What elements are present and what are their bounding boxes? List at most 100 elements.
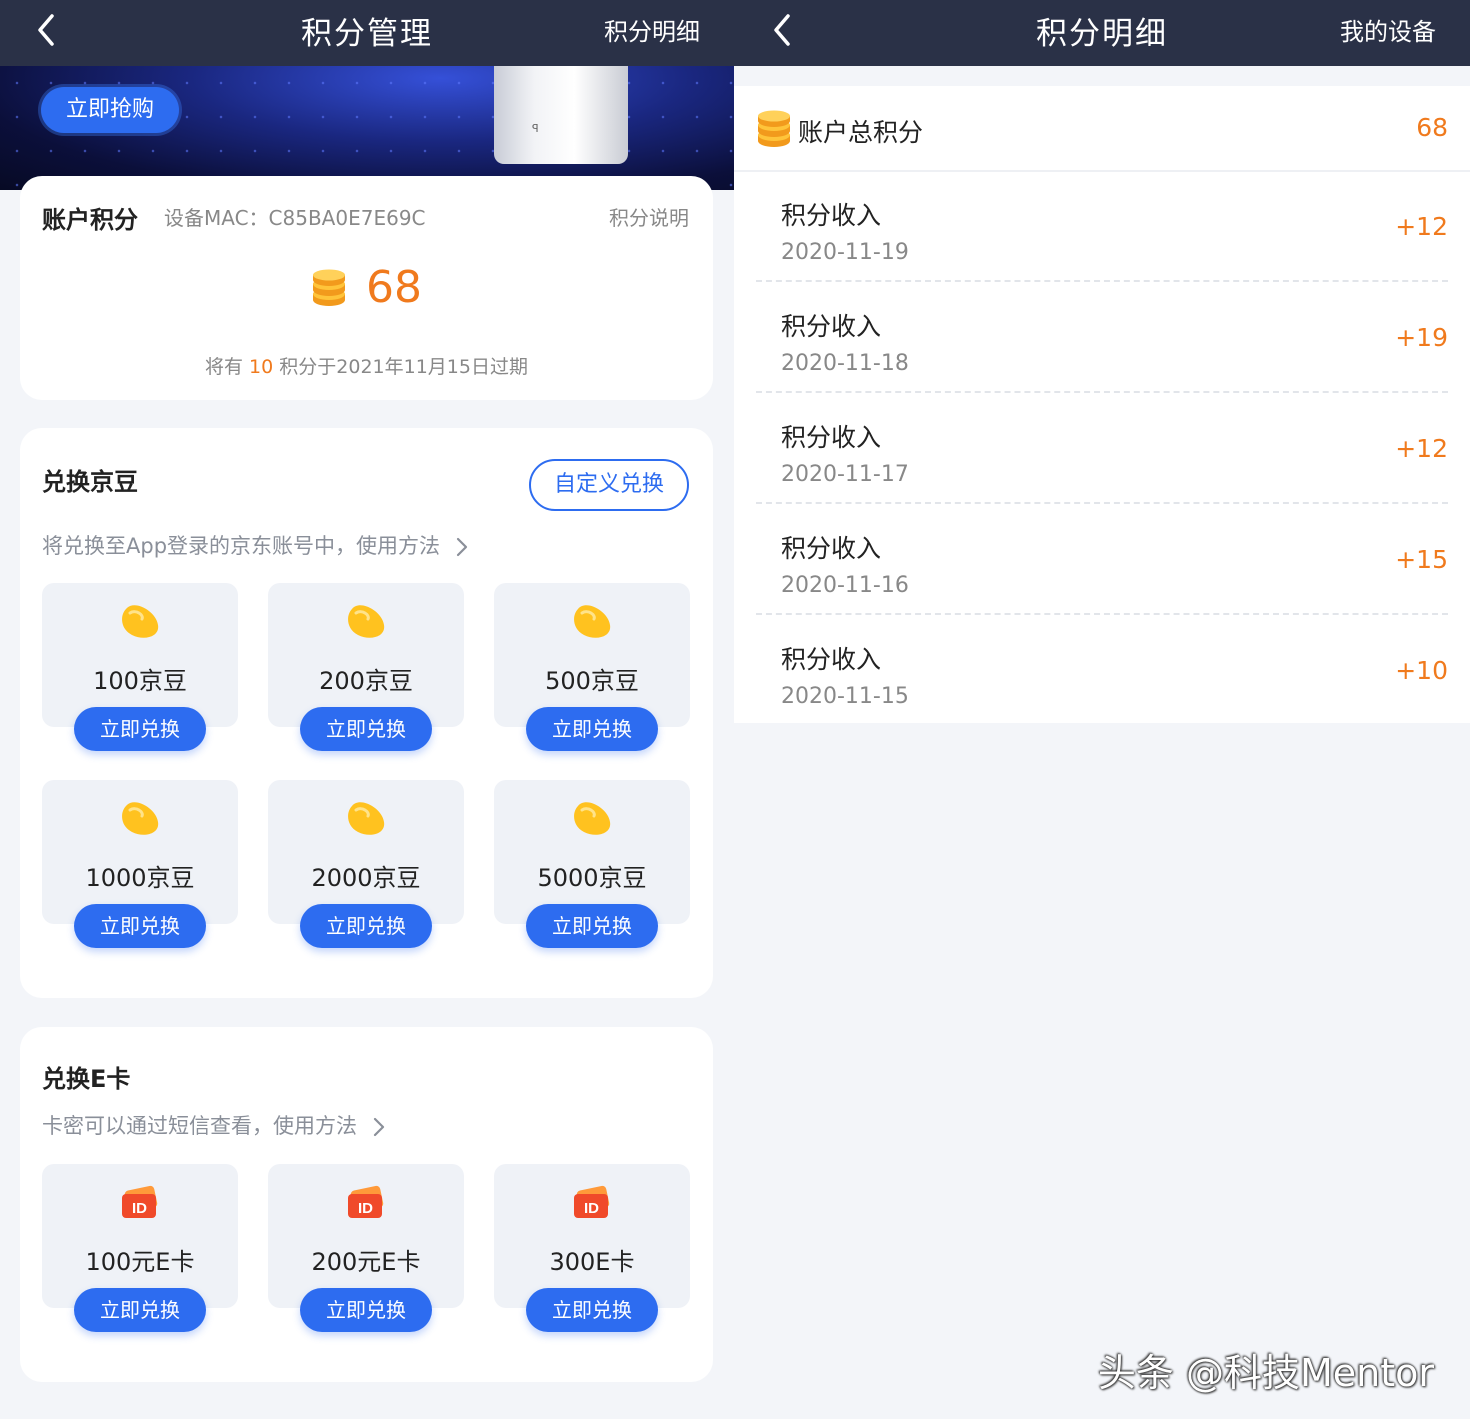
- bean-tile: 2000京豆 立即兑换: [268, 780, 464, 948]
- list-item: 积分收入 2020-11-18 +19: [756, 283, 1448, 393]
- top-bar: 积分管理 积分明细: [0, 0, 734, 66]
- bean-tile: 200京豆 立即兑换: [268, 583, 464, 751]
- record-date: 2020-11-15: [781, 684, 909, 709]
- bean-tile: 100京豆 立即兑换: [42, 583, 238, 751]
- section-title: 兑换E卡: [42, 1065, 131, 1093]
- points-value: 68: [366, 262, 423, 313]
- points-explain-link[interactable]: 积分说明: [609, 202, 689, 231]
- record-title: 积分收入: [781, 423, 882, 452]
- usage-link[interactable]: 卡密可以通过短信查看，使用方法: [42, 1110, 386, 1140]
- exchange-beans-card: 兑换京豆 自定义兑换 将兑换至App登录的京东账号中，使用方法 100京豆 立即…: [20, 428, 713, 998]
- record-value: +19: [1395, 323, 1448, 352]
- section-subtitle: 卡密可以通过短信查看，使用方法: [42, 1114, 357, 1138]
- ecard-tile: ID 300E卡 立即兑换: [494, 1164, 690, 1332]
- record-value: +12: [1395, 212, 1448, 241]
- ecard-icon: ID: [122, 1185, 158, 1218]
- list-item: 积分收入 2020-11-16 +15: [756, 505, 1448, 615]
- chevron-right-icon: [456, 537, 467, 557]
- ecard-name: 100元E卡: [85, 1248, 195, 1276]
- device-mac: 设备MAC：C85BA0E7E69C: [164, 206, 426, 230]
- record-value: +12: [1395, 434, 1448, 463]
- bean-icon: [574, 605, 611, 638]
- points-display: 68: [20, 262, 713, 313]
- svg-text:ID: ID: [358, 1200, 373, 1217]
- bean-name: 200京豆: [319, 667, 413, 695]
- record-title: 积分收入: [781, 645, 882, 674]
- exchange-button[interactable]: 立即兑换: [74, 904, 206, 948]
- bean-icon: [348, 802, 385, 835]
- exchange-ecard-card: 兑换E卡 卡密可以通过短信查看，使用方法 ID 100元E卡 立即兑换 ID 2…: [20, 1027, 713, 1382]
- bean-name: 5000京豆: [537, 864, 647, 892]
- bean-name: 1000京豆: [85, 864, 195, 892]
- account-points-label: 账户积分: [42, 206, 138, 234]
- coin-stack-icon: [758, 110, 790, 147]
- bean-name: 2000京豆: [311, 864, 421, 892]
- my-devices-link[interactable]: 我的设备: [1340, 12, 1436, 47]
- svg-text:ID: ID: [584, 1200, 599, 1217]
- ecard-icon: ID: [348, 1185, 384, 1218]
- exchange-button[interactable]: 立即兑换: [74, 707, 206, 751]
- top-bar: 积分明细 我的设备: [734, 0, 1470, 66]
- divider: [756, 613, 1448, 615]
- section-subtitle: 将兑换至App登录的京东账号中，使用方法: [42, 534, 441, 558]
- account-points-card: 账户积分 设备MAC：C85BA0E7E69C 积分说明 68 将有 10 积分…: [20, 176, 713, 400]
- exchange-button[interactable]: 立即兑换: [526, 707, 658, 751]
- bean-tile: 5000京豆 立即兑换: [494, 780, 690, 948]
- record-title: 积分收入: [781, 534, 882, 563]
- promo-banner[interactable]: ꟼ 立即抢购: [0, 66, 734, 190]
- record-value: +15: [1395, 545, 1448, 574]
- exchange-button[interactable]: 立即兑换: [300, 707, 432, 751]
- expire-amount: 10: [249, 356, 274, 378]
- divider: [756, 391, 1448, 393]
- ecard-tile: ID 100元E卡 立即兑换: [42, 1164, 238, 1332]
- expire-prefix: 将有: [204, 356, 243, 378]
- divider: [756, 280, 1448, 282]
- record-date: 2020-11-18: [781, 351, 909, 376]
- coin-stack-icon: [312, 269, 345, 306]
- ecard-icon: ID: [574, 1185, 610, 1218]
- watermark: 头条 @科技Mentor: [1097, 1351, 1434, 1395]
- bean-icon: [122, 802, 159, 835]
- bean-tile: 500京豆 立即兑换: [494, 583, 690, 751]
- usage-link[interactable]: 将兑换至App登录的京东账号中，使用方法: [42, 530, 469, 560]
- list-item: 积分收入 2020-11-19 +12: [756, 172, 1448, 282]
- custom-exchange-button[interactable]: 自定义兑换: [529, 459, 689, 511]
- record-date: 2020-11-19: [781, 240, 909, 265]
- expire-notice: 将有 10 积分于2021年11月15日过期: [20, 352, 713, 379]
- exchange-button[interactable]: 立即兑换: [74, 1288, 206, 1332]
- bean-icon: [348, 605, 385, 638]
- points-detail-screen: 积分明细 我的设备 账户总积分 68 积分收入 2020-11-19 +12 积…: [734, 0, 1470, 1419]
- router-image: ꟼ: [494, 66, 628, 164]
- total-points-row: 账户总积分 68: [734, 86, 1470, 170]
- svg-text:ID: ID: [132, 1200, 147, 1217]
- total-points-value: 68: [1416, 113, 1448, 142]
- record-title: 积分收入: [781, 312, 882, 341]
- exchange-button[interactable]: 立即兑换: [300, 1288, 432, 1332]
- bean-icon: [574, 802, 611, 835]
- bean-name: 100京豆: [93, 667, 187, 695]
- expire-suffix: 积分于2021年11月15日过期: [279, 356, 528, 378]
- section-title: 兑换京豆: [42, 468, 138, 496]
- bean-tile: 1000京豆 立即兑换: [42, 780, 238, 948]
- ecard-name: 200元E卡: [311, 1248, 421, 1276]
- list-item: 积分收入 2020-11-17 +12: [756, 394, 1448, 504]
- chevron-right-icon: [373, 1117, 384, 1137]
- list-item: 积分收入 2020-11-15 +10: [756, 616, 1448, 726]
- total-points-label: 账户总积分: [798, 118, 924, 147]
- buy-now-button[interactable]: 立即抢购: [41, 87, 179, 133]
- record-title: 积分收入: [781, 201, 882, 230]
- points-management-screen: 积分管理 积分明细 ꟼ 立即抢购 账户积分 设备MAC：C85BA0E7E69C…: [0, 0, 734, 1419]
- divider: [756, 502, 1448, 504]
- ecard-name: 300E卡: [549, 1248, 635, 1276]
- record-date: 2020-11-16: [781, 573, 909, 598]
- record-value: +10: [1395, 656, 1448, 685]
- record-date: 2020-11-17: [781, 462, 909, 487]
- bean-name: 500京豆: [545, 667, 639, 695]
- router-logo-icon: ꟼ: [532, 122, 539, 135]
- points-record-list: 积分收入 2020-11-19 +12 积分收入 2020-11-18 +19 …: [734, 170, 1470, 723]
- bean-icon: [122, 605, 159, 638]
- exchange-button[interactable]: 立即兑换: [300, 904, 432, 948]
- exchange-button[interactable]: 立即兑换: [526, 1288, 658, 1332]
- points-detail-link[interactable]: 积分明细: [604, 12, 700, 47]
- exchange-button[interactable]: 立即兑换: [526, 904, 658, 948]
